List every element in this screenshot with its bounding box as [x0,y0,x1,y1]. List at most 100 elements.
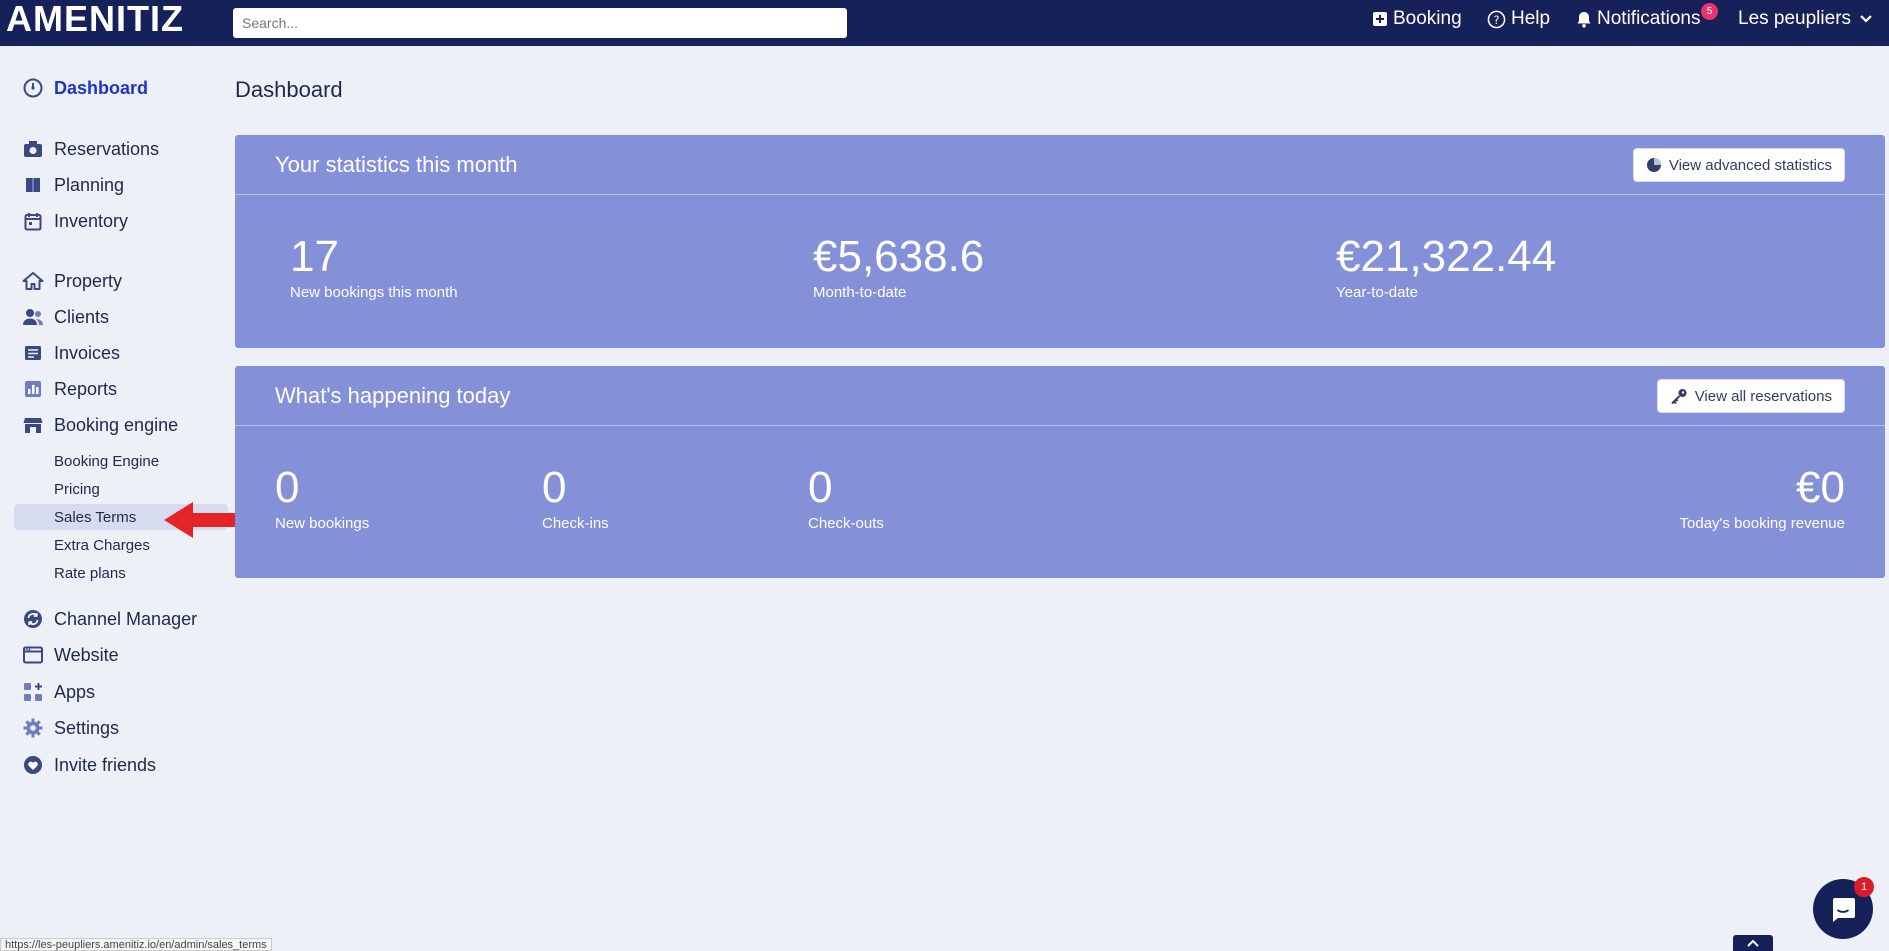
chat-bubble-icon [1833,898,1855,922]
sidebar-subitem-pricing[interactable]: Pricing [54,476,100,502]
question-circle-icon: ? [1487,10,1506,28]
stat-value: €5,638.6 [813,232,985,281]
stat-value: 17 [290,232,339,281]
sidebar-item-clients[interactable]: Clients [22,303,109,331]
chevron-down-icon [1860,15,1872,23]
svg-text:?: ? [1493,12,1499,26]
user-menu[interactable]: Les peupliers [1738,0,1873,38]
sidebar-item-label: Dashboard [54,77,149,98]
stat-value: 0 [275,463,300,512]
sidebar-item-apps[interactable]: Apps [22,678,95,706]
sidebar-subitem-extra-charges[interactable]: Extra Charges [54,532,150,558]
browser-window-icon [22,644,44,666]
stat-label: Today's booking revenue [1679,515,1845,532]
sidebar-item-invoices[interactable]: Invoices [22,339,120,367]
sidebar-item-channel-manager[interactable]: Channel Manager [22,605,197,633]
stat-value: €21,322.44 [1336,232,1557,281]
scroll-to-top-button[interactable] [1733,935,1773,951]
stat-value: 0 [542,463,567,512]
heart-icon [22,754,44,776]
stat-year-to-date: €21,322.44 Year-to-date [1336,232,1556,301]
stat-label: New bookings this month [290,284,458,301]
sidebar-item-property[interactable]: Property [22,267,122,295]
sidebar-item-booking-engine[interactable]: Booking engine [22,411,178,439]
sidebar-item-label: Reports [54,378,118,399]
sidebar-item-inventory[interactable]: Inventory [22,207,128,235]
sidebar-item-reservations[interactable]: Reservations [22,135,159,163]
sidebar-item-label: Booking engine [54,414,179,435]
key-icon [1670,389,1687,404]
page-title: Dashboard [235,77,343,102]
button-label: View advanced statistics [1668,156,1832,174]
sidebar-item-label: Invoices [54,342,121,363]
statistics-card-header: Your statistics this month View advanced… [235,135,1885,195]
stat-value: 0 [808,463,833,512]
sidebar-item-label: Reservations [54,138,160,159]
stat-new-bookings-month: 17 New bookings this month [290,232,458,301]
stat-check-outs: 0 Check-outs [808,463,884,532]
button-label: View all reservations [1694,387,1832,405]
sidebar-item-invite-friends[interactable]: Invite friends [22,751,156,779]
store-icon [22,414,44,436]
stat-label: Month-to-date [813,284,907,301]
help-label: Help [1511,8,1551,29]
sidebar-subitem-rate-plans[interactable]: Rate plans [54,560,126,586]
stat-new-bookings-today: 0 New bookings [275,463,369,532]
gear-icon [22,717,44,739]
sidebar-item-label: Inventory [54,210,129,231]
view-all-reservations-button[interactable]: View all reservations [1656,379,1845,413]
help-button[interactable]: ? Help [1487,0,1550,38]
plus-square-icon [1373,12,1387,26]
stat-label: New bookings [275,515,370,532]
sidebar-item-label: Clients [54,306,110,327]
sidebar: Dashboard Reservations Planning Inventor… [0,46,246,951]
gauge-icon [22,77,44,99]
chat-unread-badge: 1 [1854,877,1874,897]
bar-chart-icon [22,378,44,400]
browser-status-url: https://les-peupliers.amenitiz.io/en/adm… [0,938,272,951]
search-input[interactable] [233,8,847,38]
sidebar-item-dashboard[interactable]: Dashboard [22,74,148,102]
notifications-label: Notifications [1597,8,1701,29]
pie-chart-icon [1646,158,1661,172]
apps-grid-icon [22,681,44,703]
stat-label: Check-ins [542,515,609,532]
notifications-button[interactable]: Notifications [1576,0,1701,38]
sidebar-item-website[interactable]: Website [22,641,119,669]
stat-label: Check-outs [808,515,884,532]
stat-month-to-date: €5,638.6 Month-to-date [813,232,984,301]
sidebar-subitem-booking-engine[interactable]: Booking Engine [54,448,159,474]
sidebar-item-label: Planning [54,174,125,195]
sidebar-item-label: Website [54,644,119,665]
new-booking-button[interactable]: Booking [1372,0,1462,38]
sidebar-item-settings[interactable]: Settings [22,714,119,742]
statistics-card-title: Your statistics this month [275,152,518,177]
view-advanced-statistics-button[interactable]: View advanced statistics [1632,148,1845,182]
today-card: What's happening today View all reservat… [235,366,1885,578]
sidebar-item-label: Settings [54,717,120,738]
user-name: Les peupliers [1738,8,1852,29]
sync-icon [22,608,44,630]
brand-logo[interactable]: AMENITIZ [6,0,184,38]
camera-icon [22,138,44,160]
booking-label: Booking [1393,8,1462,29]
notifications-count-badge: 5 [1701,3,1718,20]
invoice-icon [22,342,44,364]
sidebar-item-planning[interactable]: Planning [22,171,124,199]
stat-value: €0 [1796,463,1845,512]
sidebar-item-label: Apps [54,681,96,702]
sidebar-item-label: Channel Manager [54,608,198,629]
sidebar-item-label: Property [54,270,123,291]
home-icon [22,270,44,292]
stat-label: Year-to-date [1336,284,1419,301]
stat-todays-revenue: €0 Today's booking revenue [1680,463,1845,532]
stat-check-ins: 0 Check-ins [542,463,609,532]
today-card-title: What's happening today [275,383,511,408]
bell-icon [1577,11,1591,28]
chevron-up-icon [1747,939,1759,947]
book-icon [22,174,44,196]
users-icon [22,306,44,328]
top-bar: AMENITIZ Booking ? Help Notifications 5 … [0,0,1889,46]
sidebar-item-reports[interactable]: Reports [22,375,117,403]
statistics-card: Your statistics this month View advanced… [235,135,1885,348]
